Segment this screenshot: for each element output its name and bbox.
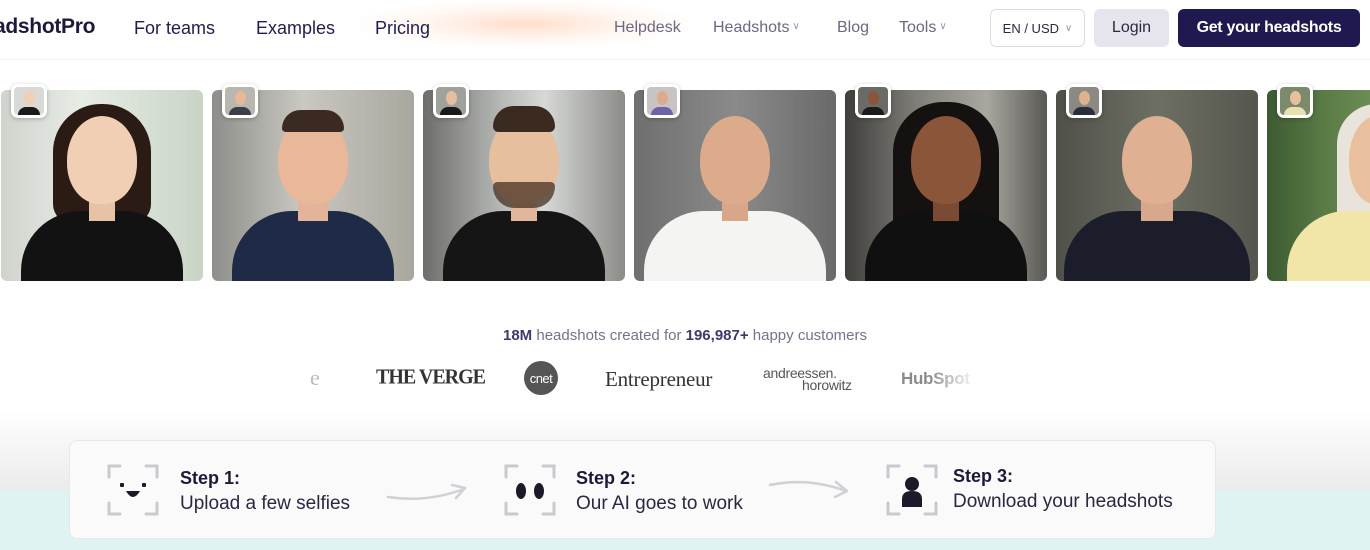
press-logo-a16z-bottom: horowitz: [802, 377, 852, 393]
stats-text-end: happy customers: [748, 327, 867, 344]
top-navbar: adshotPro For teams Examples Pricing Hel…: [0, 0, 1370, 60]
step-1-description: Upload a few selfies: [180, 493, 351, 514]
ai-scan-icon: [504, 464, 556, 516]
how-it-works-card: Step 1: Upload a few selfies Step 2: Our…: [69, 440, 1216, 539]
press-logo-the-verge: THE VERGE: [376, 365, 486, 389]
nav-dropdown-tools[interactable]: Tools ∨: [899, 19, 947, 37]
chevron-down-icon: ∨: [792, 21, 800, 32]
headshot-example-photo: [1056, 90, 1258, 281]
step-1-title: Step 1:: [180, 468, 241, 488]
nav-dropdown-tools-label: Tools: [899, 19, 937, 36]
get-headshots-button[interactable]: Get your headshots: [1178, 9, 1360, 47]
step-arrow-icon: [768, 480, 849, 499]
headshot-example-photo: [1267, 90, 1370, 281]
selfie-thumbnail: [11, 84, 47, 118]
step-3-title: Step 3:: [953, 466, 1014, 486]
nav-link-blog[interactable]: Blog: [837, 19, 869, 37]
nav-dropdown-headshots-label: Headshots: [713, 19, 790, 36]
step-2-title: Step 2:: [576, 468, 637, 488]
nav-link-examples[interactable]: Examples: [256, 18, 335, 39]
nav-link-for-teams[interactable]: For teams: [134, 18, 215, 39]
nav-link-pricing[interactable]: Pricing: [375, 18, 430, 39]
selfie-thumbnail: [222, 84, 258, 118]
brand-logo[interactable]: adshotPro: [0, 15, 95, 39]
selfie-thumbnail: [1277, 84, 1313, 118]
headshot-example-photo: [634, 90, 836, 281]
headshot-example-photo: [423, 90, 625, 281]
step-arrow-icon: [386, 483, 467, 501]
nav-link-helpdesk[interactable]: Helpdesk: [614, 19, 681, 37]
headshot-person-icon: [886, 464, 938, 516]
stats-text: headshots created for: [532, 327, 686, 344]
press-logo-cnet: cnet: [524, 361, 558, 395]
step-3-description: Download your headshots: [953, 491, 1173, 512]
language-currency-label: EN / USD: [1002, 20, 1059, 36]
step-2-description: Our AI goes to work: [576, 493, 743, 514]
chevron-down-icon: ∨: [1065, 22, 1073, 34]
selfie-thumbnail: [644, 84, 680, 118]
selfie-thumbnail: [1066, 84, 1102, 118]
language-currency-select[interactable]: EN / USD ∨: [990, 9, 1085, 47]
selfie-thumbnail: [855, 84, 891, 118]
press-logo: e: [310, 365, 320, 390]
nav-dropdown-headshots[interactable]: Headshots ∨: [713, 19, 800, 37]
customers-count: 196,987+: [685, 327, 749, 344]
chevron-down-icon: ∨: [939, 21, 947, 32]
headshot-example-photo: [845, 90, 1047, 281]
headshots-count: 18M: [503, 327, 533, 344]
selfie-face-icon: [107, 464, 159, 516]
press-logo-entrepreneur: Entrepreneur: [605, 367, 713, 391]
selfie-thumbnail: [433, 84, 469, 118]
headshot-example-photo: [1, 90, 203, 281]
press-logo-hubspot: HubSpot: [901, 369, 970, 388]
customer-stats: 18M headshots created for 196,987+ happy…: [0, 327, 1370, 344]
headshot-example-photo: [212, 90, 414, 281]
login-button[interactable]: Login: [1094, 9, 1169, 47]
